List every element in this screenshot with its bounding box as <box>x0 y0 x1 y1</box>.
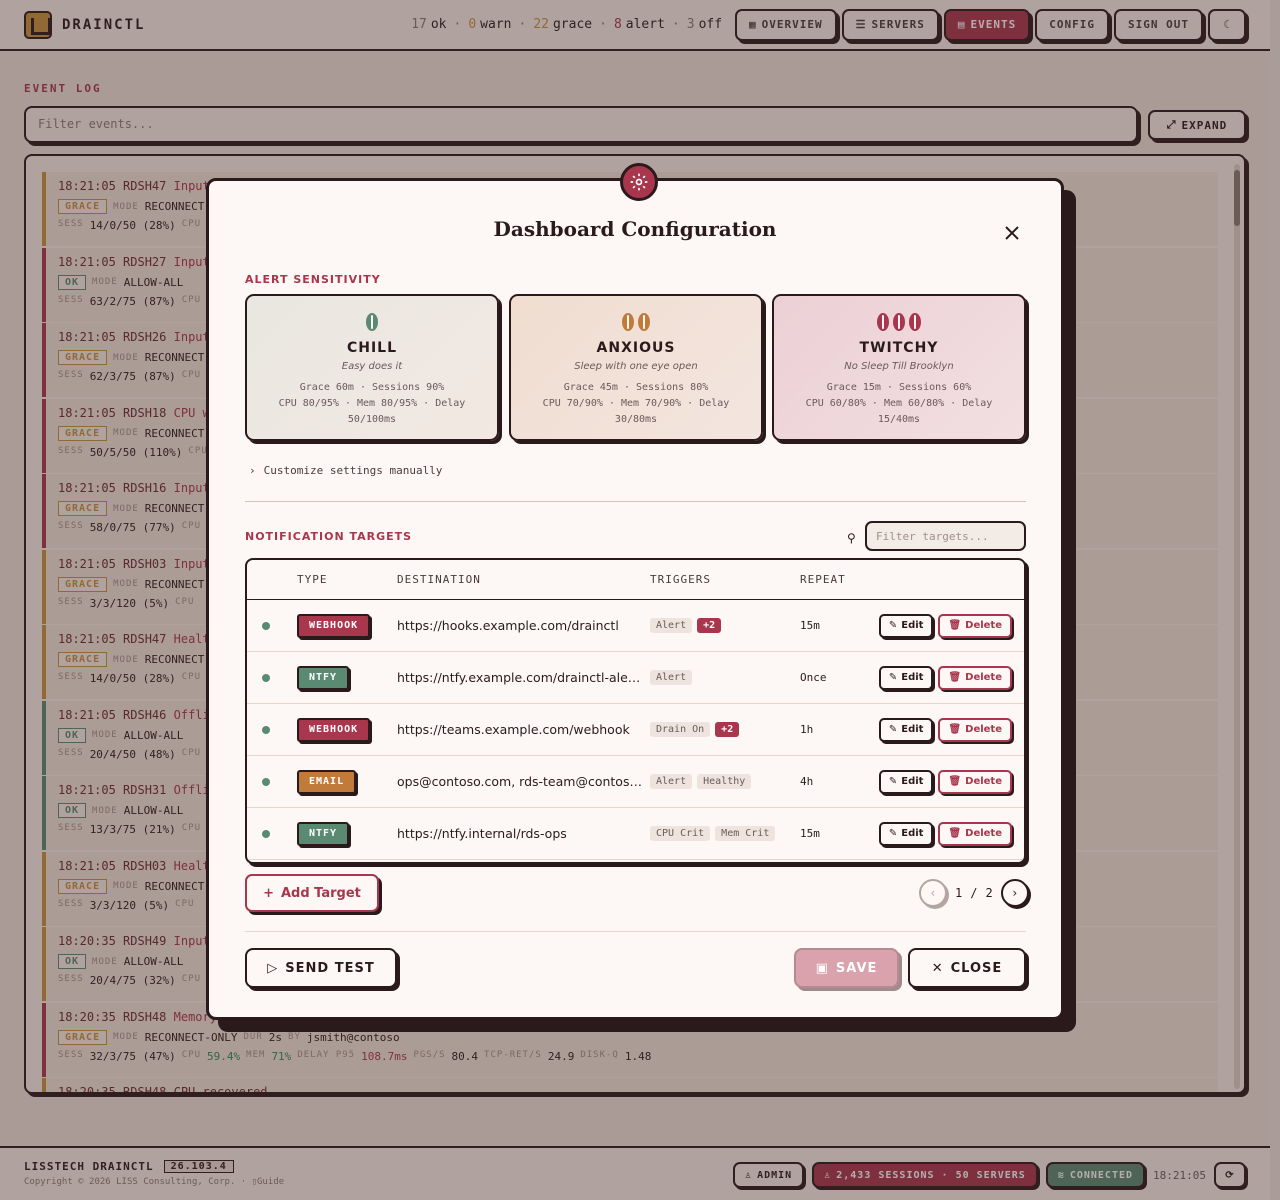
delete-button[interactable]: 🗑 Delete <box>938 769 1012 794</box>
type-badge: WEBHOOK <box>297 613 371 638</box>
search-icon: ⚲ <box>847 531 856 545</box>
repeat-text: Once <box>800 671 827 684</box>
destination-text: https://hooks.example.com/drainctl <box>397 618 619 633</box>
repeat-text: 4h <box>800 775 814 788</box>
bean-icons <box>247 313 497 333</box>
edit-button[interactable]: ✎ Edit <box>878 769 934 794</box>
status-dot <box>262 777 270 786</box>
next-page-button[interactable]: › <box>1000 879 1029 907</box>
trigger-tag: Alert <box>650 774 693 789</box>
trigger-tag: Alert <box>650 618 693 633</box>
close-icon: ✕ <box>931 960 944 976</box>
send-test-button[interactable]: ▷ SEND TEST <box>245 948 397 988</box>
edit-button[interactable]: ✎ Edit <box>878 613 934 638</box>
trash-icon: 🗑 <box>948 620 962 631</box>
table-row: NTFY https://ntfy.example.com/drainctl-a… <box>247 652 1024 704</box>
table-header: TYPE DESTINATION TRIGGERS REPEAT <box>247 560 1024 600</box>
play-icon: ▷ <box>267 960 279 976</box>
destination-text: https://ntfy.internal/rds-ops <box>397 826 567 841</box>
targets-table: TYPE DESTINATION TRIGGERS REPEAT WEBHOOK… <box>245 558 1026 864</box>
chevron-right-icon: › <box>1011 886 1019 900</box>
preset-twitchy-card[interactable]: TWITCHY No Sleep Till Brooklyn Grace 15m… <box>772 294 1026 441</box>
coffee-bean-icon <box>909 313 921 331</box>
chevron-left-icon: ‹ <box>929 886 937 900</box>
coffee-bean-icon <box>893 313 905 331</box>
coffee-bean-icon <box>366 313 378 331</box>
trash-icon: 🗑 <box>948 828 962 839</box>
repeat-text: 15m <box>800 619 820 632</box>
config-modal: Dashboard Configuration ALERT SENSITIVIT… <box>206 163 1064 1020</box>
destination-text: ops@contoso.com, rds-team@contoso.com <box>397 774 650 789</box>
preset-anxious-card[interactable]: ANXIOUS Sleep with one eye open Grace 45… <box>509 294 763 441</box>
trigger-tag: Drain On <box>650 722 711 737</box>
delete-button[interactable]: 🗑 Delete <box>938 665 1012 690</box>
trigger-tag: Healthy <box>697 774 752 789</box>
type-badge: WEBHOOK <box>297 717 371 742</box>
pencil-icon: ✎ <box>888 776 898 787</box>
destination-text: https://teams.example.com/webhook <box>397 722 630 737</box>
delete-button[interactable]: 🗑 Delete <box>938 613 1012 638</box>
coffee-bean-icon <box>877 313 889 331</box>
customize-toggle[interactable]: › Customize settings manually <box>249 464 442 477</box>
status-dot <box>262 829 270 838</box>
save-button[interactable]: ▣ SAVE <box>794 948 899 988</box>
more-triggers-badge[interactable]: +2 <box>697 618 722 633</box>
type-badge: NTFY <box>297 821 350 846</box>
type-badge: EMAIL <box>297 769 357 794</box>
edit-button[interactable]: ✎ Edit <box>878 665 934 690</box>
trash-icon: 🗑 <box>948 724 962 735</box>
divider <box>245 931 1026 932</box>
status-dot <box>262 621 270 630</box>
prev-page-button[interactable]: ‹ <box>919 879 947 907</box>
edit-button[interactable]: ✎ Edit <box>878 717 934 742</box>
type-badge: NTFY <box>297 665 350 690</box>
pencil-icon: ✎ <box>888 828 898 839</box>
modal-close-icon[interactable] <box>1002 223 1022 243</box>
repeat-text: 1h <box>800 723 814 736</box>
pencil-icon: ✎ <box>888 620 898 631</box>
delete-button[interactable]: 🗑 Delete <box>938 717 1012 742</box>
trigger-tag: CPU Crit <box>650 826 711 841</box>
trash-icon: 🗑 <box>948 776 962 787</box>
table-row: EMAIL ops@contoso.com, rds-team@contoso.… <box>247 756 1024 808</box>
plus-icon: + <box>263 885 274 901</box>
save-icon: ▣ <box>815 960 829 976</box>
trash-icon: 🗑 <box>948 672 962 683</box>
delete-button[interactable]: 🗑 Delete <box>938 821 1012 846</box>
table-row: WEBHOOK https://teams.example.com/webhoo… <box>247 704 1024 756</box>
bean-icons <box>774 313 1024 333</box>
notification-targets-label: NOTIFICATION TARGETS <box>245 530 413 543</box>
pagination: ‹ 1 / 2 › <box>919 879 1029 907</box>
coffee-bean-icon <box>622 313 634 331</box>
preset-chill-card[interactable]: CHILL Easy does it Grace 60m · Sessions … <box>245 294 499 441</box>
repeat-text: 15m <box>800 827 820 840</box>
edit-button[interactable]: ✎ Edit <box>878 821 934 846</box>
total-pages: 2 <box>985 886 993 900</box>
coffee-bean-icon <box>638 313 650 331</box>
chevron-right-icon: › <box>249 464 256 477</box>
bean-icons <box>511 313 761 333</box>
divider <box>245 501 1026 502</box>
trigger-tag: Mem Crit <box>715 826 776 841</box>
pencil-icon: ✎ <box>888 724 898 735</box>
add-target-button[interactable]: + Add Target <box>245 874 379 912</box>
status-dot <box>262 725 270 734</box>
current-page: 1 <box>955 886 963 900</box>
alert-sensitivity-label: ALERT SENSITIVITY <box>245 273 381 286</box>
status-dot <box>262 673 270 682</box>
destination-text: https://ntfy.example.com/drainctl-alerts <box>397 670 645 685</box>
more-triggers-badge[interactable]: +2 <box>715 722 740 737</box>
table-row: NTFY https://ntfy.internal/rds-ops CPU C… <box>247 808 1024 860</box>
table-row: WEBHOOK https://hooks.example.com/drainc… <box>247 600 1024 652</box>
target-filter-input[interactable]: Filter targets... <box>865 521 1026 551</box>
trigger-tag: Alert <box>650 670 693 685</box>
gear-icon <box>620 163 658 201</box>
pencil-icon: ✎ <box>888 672 898 683</box>
modal-title: Dashboard Configuration <box>493 217 777 241</box>
close-button[interactable]: ✕ CLOSE <box>908 948 1026 988</box>
